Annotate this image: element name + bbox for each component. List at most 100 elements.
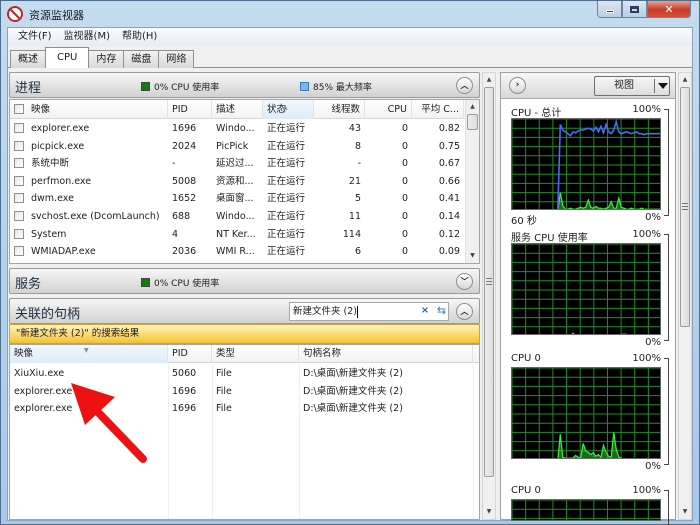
column-header-pid[interactable]: PID <box>168 100 212 119</box>
process-checkbox[interactable] <box>14 175 24 186</box>
view-button-label: 视图 <box>614 80 634 91</box>
process-checkbox[interactable] <box>14 158 24 169</box>
process-checkbox[interactable] <box>14 228 24 239</box>
graph-max-label: 100% <box>632 104 661 115</box>
process-row[interactable]: System 4 NT Ker... 正在运行 114 0 0.12 <box>10 226 479 244</box>
cell-average-cpu: 0.12 <box>438 228 460 240</box>
column-header-status[interactable]: 状态 ▲ <box>263 100 314 119</box>
process-checkbox[interactable] <box>14 246 24 257</box>
scroll-down-icon[interactable]: ▼ <box>679 505 691 519</box>
close-button[interactable]: ✕ <box>647 1 691 18</box>
graphs-scrollbar[interactable]: ▲ ▼ <box>678 72 692 520</box>
graph-title: 服务 CPU 使用率 <box>511 233 588 244</box>
process-checkbox[interactable] <box>14 140 24 151</box>
cell-threads: 8 <box>354 140 361 152</box>
clear-search-icon[interactable]: × <box>419 302 431 319</box>
handles-collapse-button[interactable]: ︿ <box>456 303 473 320</box>
process-row[interactable]: WMIADAP.exe 2036 WMI R... 正在运行 6 0 0.09 <box>10 243 479 261</box>
sort-ascending-icon: ▲ <box>283 104 288 111</box>
column-header-image[interactable]: 映像 <box>10 100 168 119</box>
process-checkbox[interactable] <box>14 211 24 221</box>
graphs-pane: › 视图 CPU - 总计 100% 60 秒 0% 服务 CPU 使用率 10… <box>500 72 676 525</box>
cell-average-cpu: 0.66 <box>438 175 460 187</box>
column-header-cpu[interactable]: CPU <box>365 100 412 119</box>
scroll-down-icon[interactable]: ▼ <box>483 505 495 519</box>
cell-cpu: 0 <box>401 228 408 240</box>
cell-status: 正在运行 <box>267 123 306 134</box>
scroll-up-icon[interactable]: ▲ <box>679 73 691 87</box>
menu-help[interactable]: 帮助(H) <box>116 28 163 46</box>
services-cpu-legend: 0% CPU 使用率 <box>141 276 219 289</box>
cell-pid: 4 <box>172 228 179 240</box>
cell-description: Windo... <box>216 211 255 222</box>
column-header-image[interactable]: 映像 ▼ <box>10 345 168 363</box>
tab-memory[interactable]: 内存 <box>88 50 125 68</box>
column-header-threads[interactable]: 线程数 <box>314 100 365 119</box>
resource-monitor-window: 资源监视器 ✕ 文件(F) 监视器(M) 帮助(H) 概述 CPU 内存 磁盘 … <box>0 0 700 525</box>
column-header-average-cpu[interactable]: 平均 C... <box>412 100 464 119</box>
menu-file[interactable]: 文件(F) <box>12 28 58 46</box>
cell-status: 正在运行 <box>267 228 306 240</box>
expand-graphs-button[interactable]: › <box>509 77 526 94</box>
cell-handle-name: D:\桌面\新建文件夹 (2) <box>303 368 403 379</box>
tab-disk[interactable]: 磁盘 <box>123 50 160 68</box>
cell-status: 正在运行 <box>267 158 306 170</box>
scroll-up-icon[interactable]: ▲ <box>466 100 479 114</box>
column-header-pid[interactable]: PID <box>168 345 212 363</box>
graph-max-label: 100% <box>632 485 661 496</box>
process-row[interactable]: 系统中断 - 延迟过... 正在运行 - 0 0.67 <box>10 155 479 173</box>
handle-row[interactable]: XiuXiu.exe 5060 File D:\桌面\新建文件夹 (2) <box>10 365 479 383</box>
title-bar[interactable]: 资源监视器 ✕ <box>1 1 699 27</box>
handles-section-header[interactable]: 关联的句柄 新建文件夹 (2) × ⇆ ︿ <box>9 298 480 324</box>
resource-monitor-app-icon <box>7 6 23 22</box>
processes-section-header[interactable]: 进程 0% CPU 使用率 85% 最大频率 ︿ <box>9 72 480 98</box>
tab-overview[interactable]: 概述 <box>10 50 46 68</box>
cpu-0-usage-series <box>557 432 623 458</box>
menu-monitor[interactable]: 监视器(M) <box>58 28 116 46</box>
process-checkbox[interactable] <box>14 123 24 133</box>
cell-handle-name: D:\桌面\新建文件夹 (2) <box>303 385 403 397</box>
process-row[interactable]: svchost.exe (DcomLaunch) 688 Windo... 正在运行 1… <box>10 208 479 226</box>
chevron-up-icon: ︿ <box>460 307 469 316</box>
max-frequency-swatch <box>300 82 309 91</box>
select-all-checkbox[interactable] <box>14 104 24 114</box>
column-header-description[interactable]: 描述 <box>212 100 263 119</box>
sort-descending-icon: ▼ <box>84 347 89 354</box>
tab-network[interactable]: 网络 <box>158 50 195 68</box>
menu-bar: 文件(F) 监视器(M) 帮助(H) <box>8 28 692 46</box>
process-row[interactable]: picpick.exe 2024 PicPick 正在运行 8 0 0.75 <box>10 138 479 156</box>
services-section-header[interactable]: 服务 0% CPU 使用率 ﹀ <box>9 268 480 294</box>
cell-cpu: 0 <box>401 158 408 170</box>
maximize-button[interactable] <box>622 1 647 18</box>
scroll-up-icon[interactable]: ▲ <box>483 73 495 87</box>
process-row[interactable]: dwm.exe 1652 桌面窗... 正在运行 5 0 0.41 <box>10 190 479 208</box>
services-expand-button[interactable]: ﹀ <box>456 273 473 290</box>
process-row[interactable]: perfmon.exe 5008 资源和... 正在运行 21 0 0.66 <box>10 173 479 191</box>
cell-handle-name: D:\桌面\新建文件夹 (2) <box>303 403 403 414</box>
max-frequency-label: 85% 最大频率 <box>313 83 372 93</box>
cell-status: 正在运行 <box>267 193 306 205</box>
column-header-handle-name[interactable]: 句柄名称 <box>299 345 473 363</box>
column-header-type[interactable]: 类型 <box>212 345 299 363</box>
tab-cpu[interactable]: CPU <box>45 47 90 68</box>
scroll-down-icon[interactable]: ▼ <box>466 249 479 263</box>
process-checkbox[interactable] <box>14 193 24 204</box>
processes-scroll-thumb[interactable] <box>467 114 478 130</box>
left-pane-scroll-thumb[interactable] <box>484 87 494 477</box>
process-row[interactable]: explorer.exe 1696 Windo... 正在运行 43 0 0.82 <box>10 120 479 138</box>
left-pane-scrollbar[interactable]: ▲ ▼ <box>482 72 496 520</box>
processes-cpu-legend: 0% CPU 使用率 <box>141 80 219 93</box>
cell-image: explorer.exe <box>31 123 90 134</box>
handle-row[interactable]: explorer.exe 1696 File D:\桌面\新建文件夹 (2) <box>10 383 479 401</box>
processes-scrollbar[interactable]: ▲ ▼ <box>465 100 479 263</box>
cell-image: explorer.exe <box>14 403 73 414</box>
minimize-button[interactable] <box>597 1 622 18</box>
view-dropdown-button[interactable]: 视图 <box>594 76 670 96</box>
cell-image: 系统中断 <box>31 158 70 170</box>
refresh-search-icon[interactable]: ⇆ <box>434 303 449 318</box>
graphs-scroll-thumb[interactable] <box>680 87 690 327</box>
handles-title: 关联的句柄 <box>15 307 81 322</box>
handle-row[interactable]: explorer.exe 1696 File D:\桌面\新建文件夹 (2) <box>10 400 479 418</box>
processes-collapse-button[interactable]: ︿ <box>456 77 473 94</box>
chevron-up-icon: ︿ <box>460 81 469 90</box>
